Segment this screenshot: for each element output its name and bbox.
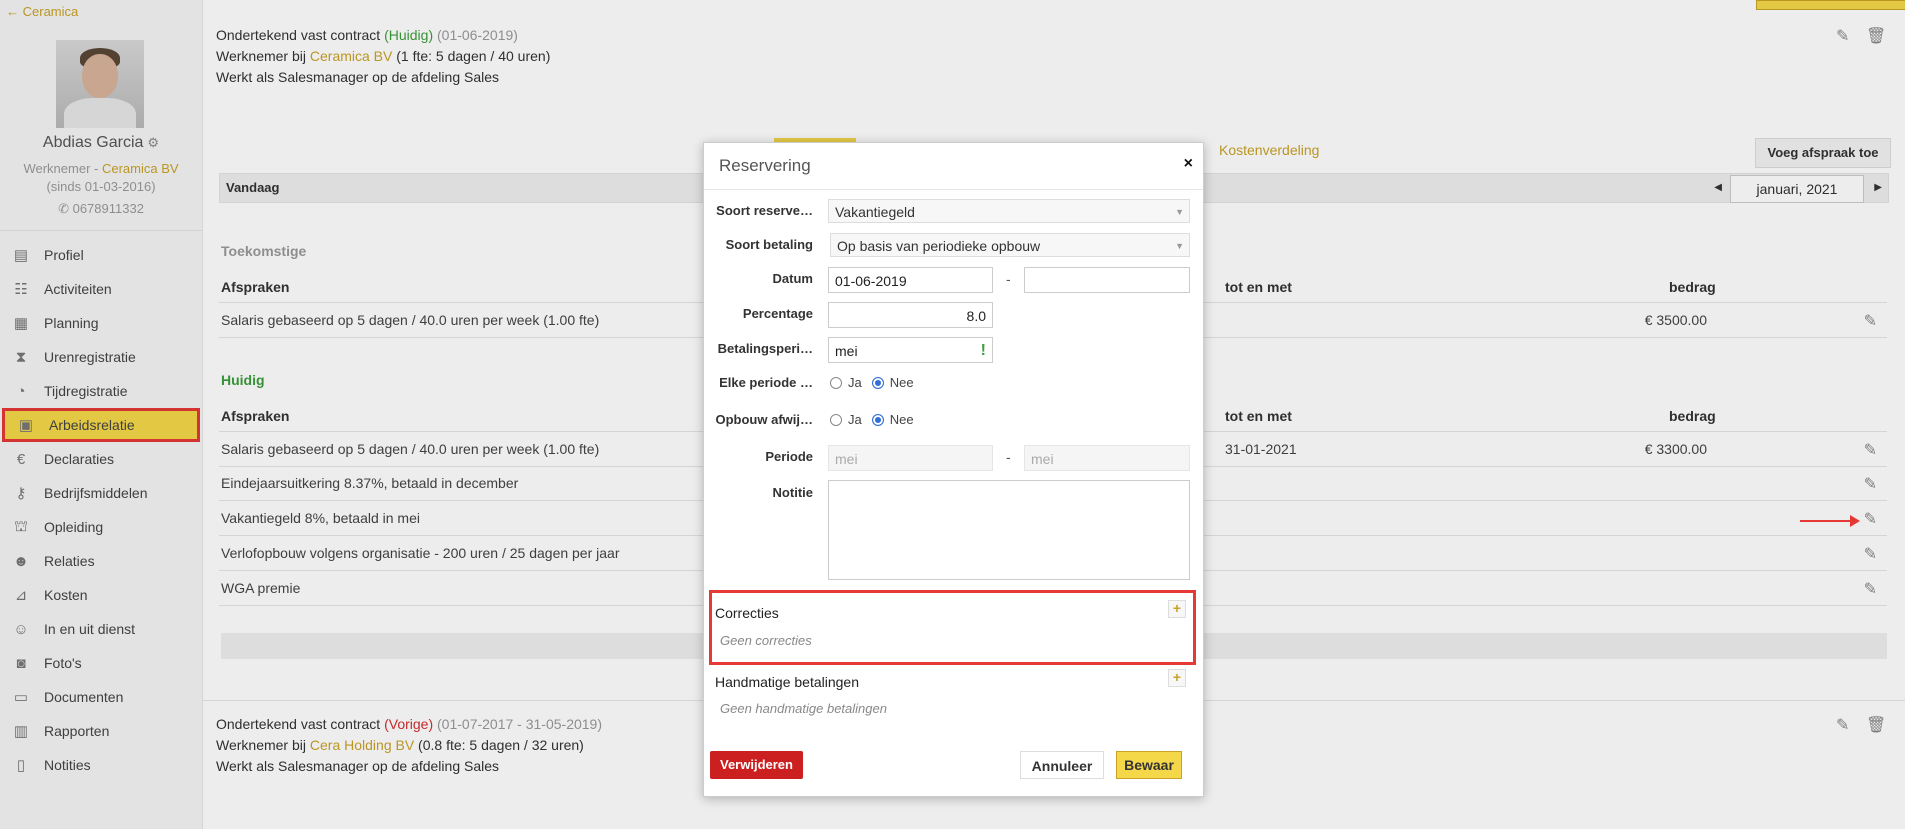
periode-label: Periode: [765, 449, 813, 464]
elke-periode-ja-radio[interactable]: [830, 376, 842, 389]
elke-periode-radio-group: Ja Nee: [830, 375, 914, 390]
warning-icon: !: [980, 342, 986, 359]
opbouw-label: Opbouw afwij…: [715, 412, 814, 427]
correcties-highlight: [709, 590, 1196, 665]
periode-to-input: mei: [1024, 445, 1190, 471]
chevron-down-icon: ▼: [1175, 207, 1184, 217]
correcties-title: Correcties: [715, 605, 779, 621]
datum-label: Datum: [772, 271, 813, 286]
cancel-button[interactable]: Annuleer: [1020, 751, 1104, 779]
modal-divider: [704, 189, 1203, 190]
select-value: Vakantiegeld: [835, 204, 915, 220]
select-value: Op basis van periodieke opbouw: [837, 238, 1041, 254]
add-handmatig-button[interactable]: +: [1168, 669, 1186, 687]
add-correctie-button[interactable]: +: [1168, 600, 1186, 618]
save-button[interactable]: Bewaar: [1116, 751, 1182, 779]
radio-label: Nee: [889, 375, 914, 390]
percentage-input[interactable]: 8.0: [828, 302, 993, 328]
modal-title: Reservering: [719, 156, 811, 175]
date-separator: -: [1006, 271, 1011, 287]
radio-label: Ja: [848, 412, 862, 427]
periode-from-input: mei: [828, 445, 993, 471]
delete-button[interactable]: Verwijderen: [710, 751, 803, 779]
reservation-modal: Reservering × Soort reserve… Vakantiegel…: [703, 142, 1204, 797]
opbouw-radio-group: Ja Nee: [830, 412, 914, 427]
soort-reservering-select[interactable]: Vakantiegeld ▼: [828, 199, 1190, 223]
chevron-down-icon: ▼: [1175, 241, 1184, 251]
periode-separator: -: [1006, 449, 1011, 465]
betalingsperiode-input[interactable]: mei!: [828, 337, 993, 363]
datum-from-input[interactable]: 01-06-2019: [828, 267, 993, 293]
soort-betaling-select[interactable]: Op basis van periodieke opbouw ▼: [830, 233, 1190, 257]
radio-label: Ja: [848, 375, 862, 390]
notitie-textarea[interactable]: [828, 480, 1190, 580]
correcties-empty: Geen correcties: [720, 633, 812, 648]
opbouw-ja-radio[interactable]: [830, 413, 842, 426]
annotation-arrow: [1800, 515, 1860, 527]
input-value: mei: [835, 343, 858, 359]
percentage-label: Percentage: [742, 306, 813, 321]
handmatig-empty: Geen handmatige betalingen: [720, 701, 887, 716]
elke-periode-label: Elke periode …: [719, 375, 813, 390]
soort-reservering-label: Soort reserve…: [716, 203, 813, 218]
betalingsperiode-label: Betalingsperi…: [717, 341, 813, 356]
radio-label: Nee: [889, 412, 914, 427]
opbouw-nee-radio[interactable]: [871, 413, 884, 426]
handmatig-title: Handmatige betalingen: [715, 674, 859, 690]
elke-periode-nee-radio[interactable]: [871, 376, 884, 389]
close-icon[interactable]: ×: [1184, 155, 1193, 173]
soort-betaling-label: Soort betaling: [725, 237, 813, 252]
notitie-label: Notitie: [772, 485, 813, 500]
datum-to-input[interactable]: [1024, 267, 1190, 293]
